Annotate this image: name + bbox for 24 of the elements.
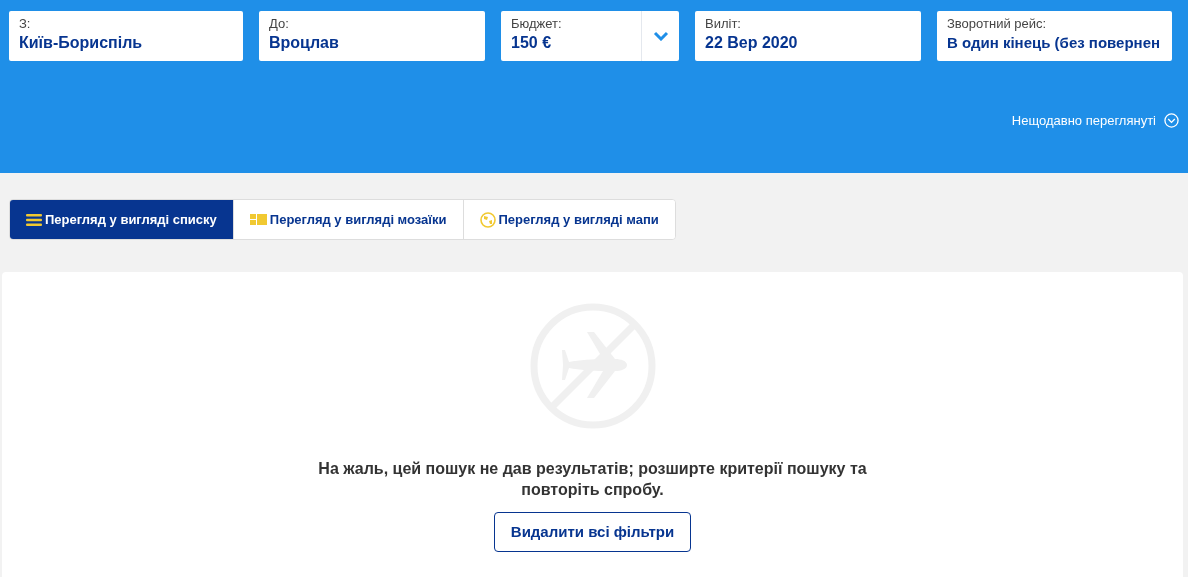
- field-value: 150 €: [511, 33, 553, 53]
- field-label: Виліт:: [705, 16, 742, 32]
- empty-results-message: На жаль, цей пошук не дав результатів; розширте критерії пошуку та повторіть спробу.: [317, 459, 868, 500]
- search-field[interactable]: Зворотний рейс: В один кінець (без повернен: [937, 11, 1172, 61]
- field-label: Зворотний рейс:: [947, 16, 1048, 32]
- view-tab[interactable]: Перегляд у вигляді мапи: [462, 200, 675, 239]
- field-label: З:: [19, 16, 32, 32]
- search-field[interactable]: До: Вроцлав: [259, 11, 485, 61]
- field-label: Бюджет:: [511, 16, 563, 32]
- field-value: В один кінець (без повернен: [947, 33, 1162, 53]
- clear-filters-button[interactable]: Видалити всі фільтри: [493, 512, 692, 552]
- field-label: До:: [269, 16, 290, 32]
- search-field[interactable]: З: Київ-Бориспіль: [9, 11, 243, 61]
- field-value: 22 Вер 2020: [705, 33, 799, 53]
- field-value: Вроцлав: [269, 33, 340, 53]
- view-tab[interactable]: Перегляд у вигляді списку: [10, 200, 233, 239]
- globe-icon: [479, 211, 496, 228]
- search-field[interactable]: Бюджет: 150 €: [501, 11, 679, 61]
- grid-icon: [249, 214, 267, 225]
- chevron-circle-icon[interactable]: [1164, 113, 1179, 129]
- chevron-down-icon[interactable]: [652, 31, 669, 41]
- search-field[interactable]: Виліт: 22 Вер 2020: [695, 11, 921, 61]
- list-icon: [26, 213, 42, 226]
- field-value: Київ-Бориспіль: [19, 33, 144, 53]
